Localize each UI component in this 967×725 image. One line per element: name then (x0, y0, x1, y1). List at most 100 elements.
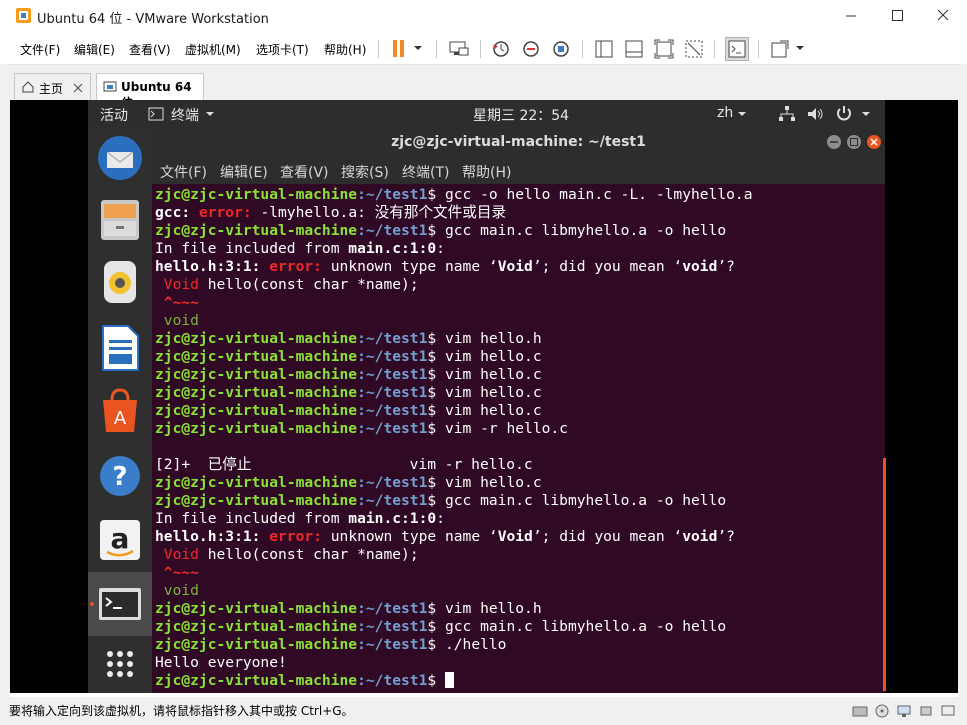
network-icon[interactable] (778, 105, 796, 123)
input-method[interactable]: zh (717, 105, 733, 121)
dock-rhythmbox[interactable] (94, 256, 146, 308)
terminal-text: ’; did you mean ‘ (532, 258, 683, 275)
menu-help[interactable]: 帮助(H) (324, 41, 366, 58)
terminal-window[interactable]: zjc@zjc-virtual-machine: ~/test1 文件(F) 编… (152, 128, 885, 693)
terminal-text: $ gcc -o hello main.c -L. -lmyhello.a (427, 186, 753, 203)
close-tab-icon[interactable] (73, 83, 83, 93)
terminal-text: :~/test1 (357, 474, 428, 491)
cd-status-icon[interactable] (874, 704, 890, 718)
terminal-text: zjc@zjc-virtual-machine (155, 330, 358, 347)
maximize-button[interactable] (874, 0, 920, 32)
menu-file[interactable]: 文件(F) (20, 41, 60, 58)
terminal-text: :~/test1 (357, 384, 428, 401)
terminal-text: unknown type name ‘ (330, 258, 498, 275)
terminal-text: :~/test1 (357, 330, 428, 347)
dock-writer[interactable] (94, 322, 146, 374)
pause-button[interactable] (388, 37, 412, 61)
menu-view[interactable]: 查看(V) (129, 41, 171, 58)
revert-snapshot-button[interactable] (519, 37, 543, 61)
pause-dropdown[interactable] (410, 37, 426, 61)
dock-files[interactable] (94, 194, 146, 246)
unity-button[interactable] (682, 37, 706, 61)
full-screen-button[interactable] (652, 37, 676, 61)
terminal-text: :~/test1 (357, 636, 428, 653)
stretch-icon (771, 40, 789, 58)
writer-icon (102, 325, 139, 371)
terminal-text: void (155, 582, 199, 599)
terminal-line: gcc: error: -lmyhello.a: 没有那个文件或目录 (155, 204, 875, 222)
show-applications-button[interactable] (94, 640, 146, 692)
terminal-menu-terminal[interactable]: 终端(T) (402, 162, 449, 182)
terminal-cursor (444, 672, 454, 688)
minimize-button[interactable] (828, 0, 874, 32)
menu-vm[interactable]: 虚拟机(M) (185, 41, 241, 58)
menu-edit[interactable]: 编辑(E) (74, 41, 115, 58)
terminal-text: :~/test1 (357, 420, 428, 437)
menu-tabs[interactable]: 选项卡(T) (256, 41, 309, 58)
terminal-menu-search[interactable]: 搜索(S) (341, 162, 389, 182)
toolbar-separator (582, 40, 583, 58)
terminal-text: $ vim hello.h (427, 600, 542, 617)
chevron-down-icon (796, 46, 804, 50)
minimize-icon (846, 15, 856, 17)
thumbnail-bar-button[interactable] (622, 37, 646, 61)
dock-terminal-active[interactable] (88, 572, 152, 636)
network-status-icon[interactable] (896, 704, 912, 718)
hdd-status-icon[interactable] (852, 704, 868, 718)
dock-help[interactable]: ? (94, 450, 146, 502)
volume-icon[interactable] (806, 105, 824, 123)
terminal-line: zjc@zjc-virtual-machine:~/test1$ gcc mai… (155, 618, 875, 636)
terminal-line: zjc@zjc-virtual-machine:~/test1$ vim hel… (155, 402, 875, 420)
terminal-output[interactable]: zjc@zjc-virtual-machine:~/test1$ gcc -o … (155, 186, 875, 691)
close-icon[interactable] (866, 134, 882, 150)
terminal-line: zjc@zjc-virtual-machine:~/test1$ (155, 672, 875, 690)
show-library-button[interactable] (592, 37, 616, 61)
terminal-menu-help[interactable]: 帮助(H) (462, 162, 511, 182)
minimize-icon[interactable] (826, 134, 842, 150)
snapshot-manager-button[interactable] (549, 37, 573, 61)
display-status-icon[interactable] (940, 704, 956, 718)
console-view-button[interactable] (725, 37, 749, 61)
terminal-icon (99, 588, 141, 620)
svg-text:a: a (111, 522, 130, 555)
terminal-scrollbar[interactable] (883, 458, 886, 691)
power-icon[interactable] (835, 104, 853, 122)
toolbar-separator (758, 40, 759, 58)
terminal-line: hello.h:3:1: error: unknown type name ‘V… (155, 528, 875, 546)
tab-ubuntu-vm[interactable]: Ubuntu 64 位 (96, 73, 204, 110)
snapshot-manager-icon (553, 41, 569, 57)
terminal-menu-edit[interactable]: 编辑(E) (220, 162, 268, 182)
terminal-text: ^~~~ (155, 294, 199, 311)
snapshot-button[interactable] (489, 37, 513, 61)
close-window-button[interactable] (920, 0, 966, 32)
frame-right (958, 64, 967, 725)
dock-amazon[interactable]: a (94, 514, 146, 566)
terminal-small-icon (148, 107, 164, 121)
terminal-title: zjc@zjc-virtual-machine: ~/test1 (391, 134, 646, 150)
dock-software[interactable]: A (94, 386, 146, 438)
vmware-app-icon (16, 8, 31, 23)
usb-status-icon[interactable] (918, 704, 934, 718)
close-icon (937, 9, 949, 21)
terminal-text: $ vim -r hello.c (427, 420, 568, 437)
terminal-text: :~/test1 (357, 492, 428, 509)
terminal-text: :~/test1 (357, 618, 428, 635)
clock[interactable]: 星期三 22：54 (473, 105, 569, 125)
terminal-line: zjc@zjc-virtual-machine:~/test1$ vim hel… (155, 384, 875, 402)
terminal-menu-view[interactable]: 查看(V) (280, 162, 329, 182)
stretch-guest-button[interactable] (768, 37, 792, 61)
terminal-text: :~/test1 (357, 186, 428, 203)
terminal-text: error: (269, 528, 331, 545)
stretch-dropdown[interactable] (792, 37, 808, 61)
terminal-text: $ gcc main.c libmyhello.a -o hello (427, 492, 727, 509)
activities-button[interactable]: 活动 (100, 105, 128, 125)
tab-home[interactable]: 主页 (14, 73, 91, 101)
send-ctrl-alt-del-button[interactable] (447, 37, 471, 61)
vm-icon (103, 81, 117, 92)
terminal-menu-file[interactable]: 文件(F) (160, 162, 207, 182)
maximize-icon[interactable] (846, 134, 862, 150)
terminal-text: zjc@zjc-virtual-machine (155, 420, 358, 437)
thunderbird-icon (98, 136, 142, 180)
dock-thunderbird[interactable] (94, 132, 146, 184)
